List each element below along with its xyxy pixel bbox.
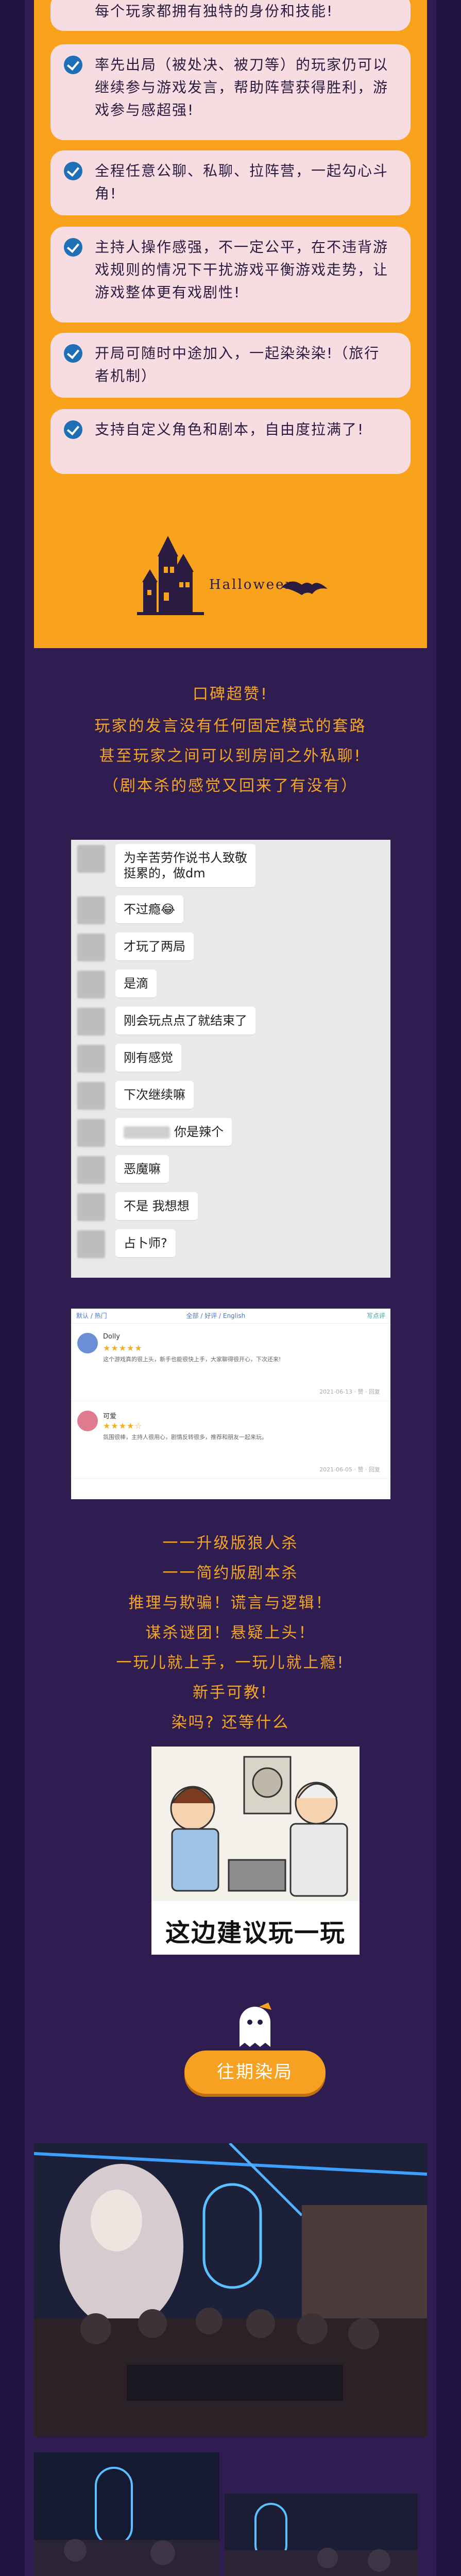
review-text: 氛围很棒，主持人很用心，剧情反转很多，推荐和朋友一起来玩。 xyxy=(103,1434,267,1440)
chat-bubble: 不过瘾😂 xyxy=(115,895,184,923)
feature-item: 主持人操作感强，不一定公平，在不违背游戏规则的情况下干扰游戏平衡游戏走势，让游戏… xyxy=(50,227,411,323)
meme-caption: 这边建议玩一玩 xyxy=(165,1919,346,1947)
event-photo xyxy=(225,2494,418,2576)
features-panel: 每个玩家都拥有独特的身份和技能! 率先出局（被处决、被刀等）的玩家仍可以继续参与… xyxy=(34,0,427,648)
check-icon xyxy=(64,238,82,257)
feature-item: 率先出局（被处决、被刀等）的玩家仍可以继续参与游戏发言，帮助阵营获得胜利，游戏参… xyxy=(50,44,411,140)
slogan-line: 推理与欺骗！谎言与逻辑！ xyxy=(128,1594,333,1612)
blurred-name xyxy=(124,1126,170,1139)
avatar xyxy=(77,1008,105,1036)
avatar xyxy=(77,1230,105,1258)
slogan-line: 染吗? 还等什么 xyxy=(171,1714,290,1732)
feature-item: 每个玩家都拥有独特的身份和技能! xyxy=(50,0,411,31)
chat-bubble: 不是 我想想 xyxy=(115,1192,198,1220)
chat-bubble: 刚会玩点点了就结束了 xyxy=(115,1007,255,1035)
reviewer-name: Dolly xyxy=(103,1333,120,1341)
chat-bubble: 你是辣个 xyxy=(115,1118,232,1146)
ghost-icon xyxy=(240,2003,271,2047)
haunted-house-icon xyxy=(137,536,328,615)
chat-bubble: 刚有感觉 xyxy=(115,1044,181,1072)
check-icon xyxy=(64,344,82,363)
chat-message: 不是 我想想 xyxy=(71,1188,390,1225)
review-meta: 2021-06-05 · 赞 · 回复 xyxy=(319,1466,380,1473)
feature-text: 开局可随时中途加入，一起染染染!（旅行者机制） xyxy=(95,345,380,384)
halloween-label: Halloween xyxy=(209,577,296,592)
party-photo-illustration xyxy=(225,2494,418,2576)
feature-item: 开局可随时中途加入，一起染染染!（旅行者机制） xyxy=(50,333,411,398)
feature-text: 全程任意公聊、私聊、拉阵营，一起勾心斗角! xyxy=(95,162,389,202)
review-meta: 2021-06-13 · 赞 · 回复 xyxy=(319,1388,380,1395)
praise-line: 甚至玩家之间可以到房间之外私聊! xyxy=(99,747,362,765)
slogan-line: 新手可教! xyxy=(192,1684,269,1702)
avatar xyxy=(77,1156,105,1184)
feature-text: 每个玩家都拥有独特的身份和技能! xyxy=(95,3,334,20)
feature-item: 全程任意公聊、私聊、拉阵营，一起勾心斗角! xyxy=(50,150,411,215)
chat-message: 为辛苦劳作说书人致敬 挺累的，做dm xyxy=(71,840,390,891)
chat-message: 恶魔嘛 xyxy=(71,1151,390,1188)
review-text: 这个游戏真的很上头，新手也能很快上手，大家聊得很开心，下次还来! xyxy=(103,1356,281,1363)
chat-bubble: 下次继续嘛 xyxy=(115,1081,194,1109)
event-photo xyxy=(34,2143,427,2437)
avatar xyxy=(77,1119,105,1147)
review-item: Dolly ★★★★★ 这个游戏真的很上头，新手也能很快上手，大家聊得很开心，下… xyxy=(71,1324,390,1401)
feature-item: 支持自定义角色和剧本，自由度拉满了! xyxy=(50,409,411,474)
party-photo-illustration xyxy=(34,2452,219,2576)
meme-image: 这边建议玩一玩 xyxy=(151,1747,360,1955)
write-review-link[interactable]: 写点评 xyxy=(367,1309,385,1323)
chat-message: 占卜师? xyxy=(71,1225,390,1262)
chat-bubble: 占卜师? xyxy=(115,1229,176,1257)
avatar xyxy=(77,845,105,873)
check-icon xyxy=(64,420,82,439)
chat-message: 不过瘾😂 xyxy=(71,891,390,928)
sort-filter[interactable]: 默认 / 热门 xyxy=(76,1312,107,1319)
reviews-screenshot: 默认 / 热门 全部 / 好评 / English 写点评 Dolly ★★★★… xyxy=(71,1309,390,1499)
chat-bubble: 才玩了两局 xyxy=(115,933,194,960)
rating-filter[interactable]: 全部 / 好评 / English xyxy=(186,1312,246,1319)
check-icon xyxy=(64,162,82,180)
chat-bubble: 恶魔嘛 xyxy=(115,1155,169,1183)
chat-message: 刚有感觉 xyxy=(71,1040,390,1077)
left-margin-band xyxy=(0,0,25,2576)
avatar xyxy=(77,1411,98,1431)
avatar xyxy=(77,1333,98,1353)
feature-text: 主持人操作感强，不一定公平，在不违背游戏规则的情况下干扰游戏平衡游戏走势，让游戏… xyxy=(95,239,389,301)
slogan-line: 一玩儿就上手，一玩儿就上瘾! xyxy=(116,1654,345,1672)
feature-text: 支持自定义角色和剧本，自由度拉满了! xyxy=(95,421,365,438)
star-rating: ★★★★☆ xyxy=(103,1421,143,1431)
avatar xyxy=(77,896,105,924)
reviewer-name: 可爱 xyxy=(103,1413,117,1420)
past-events-button[interactable]: 往期染局 xyxy=(184,2050,326,2094)
chat-text: 你是辣个 xyxy=(174,1125,224,1139)
meme-illustration xyxy=(151,1747,360,1901)
page-content: 每个玩家都拥有独特的身份和技能! 率先出局（被处决、被刀等）的玩家仍可以继续参与… xyxy=(25,0,436,2576)
slogan-line: 谋杀谜团！悬疑上头！ xyxy=(145,1624,316,1642)
avatar xyxy=(77,971,105,998)
chat-bubble: 是滴 xyxy=(115,970,157,997)
chat-bubble: 为辛苦劳作说书人致敬 挺累的，做dm xyxy=(115,844,255,887)
slogan-line: 一一升级版狼人杀 xyxy=(162,1534,299,1552)
chat-screenshot: 为辛苦劳作说书人致敬 挺累的，做dm 不过瘾😂 才玩了两局 是滴 刚会玩点点了就… xyxy=(71,840,390,1278)
right-margin-band xyxy=(436,0,461,2576)
chat-message: 是滴 xyxy=(71,965,390,1003)
avatar xyxy=(77,1193,105,1221)
avatar xyxy=(77,1082,105,1110)
praise-line: 玩家的发言没有任何固定模式的套路 xyxy=(94,717,367,735)
chat-message: 下次继续嘛 xyxy=(71,1077,390,1114)
review-filter-bar: 默认 / 热门 全部 / 好评 / English 写点评 xyxy=(71,1309,390,1324)
star-rating: ★★★★★ xyxy=(103,1343,143,1353)
chat-message: 刚会玩点点了就结束了 xyxy=(71,1003,390,1040)
event-photo xyxy=(34,2452,219,2576)
avatar xyxy=(77,934,105,961)
praise-title: 口碑超赞! xyxy=(192,685,269,703)
avatar xyxy=(77,1045,105,1073)
review-item: 可爱 ★★★★☆ 氛围很棒，主持人很用心，剧情反转很多，推荐和朋友一起来玩。 2… xyxy=(71,1401,390,1479)
chat-message: 你是辣个 xyxy=(71,1114,390,1151)
party-photo-illustration xyxy=(34,2143,427,2437)
chat-message: 才玩了两局 xyxy=(71,928,390,965)
slogan-line: 一一简约版剧本杀 xyxy=(162,1564,299,1582)
feature-text: 率先出局（被处决、被刀等）的玩家仍可以继续参与游戏发言，帮助阵营获得胜利，游戏参… xyxy=(95,56,389,118)
check-icon xyxy=(64,56,82,74)
praise-line: （剧本杀的感觉又回来了有没有） xyxy=(103,777,358,795)
